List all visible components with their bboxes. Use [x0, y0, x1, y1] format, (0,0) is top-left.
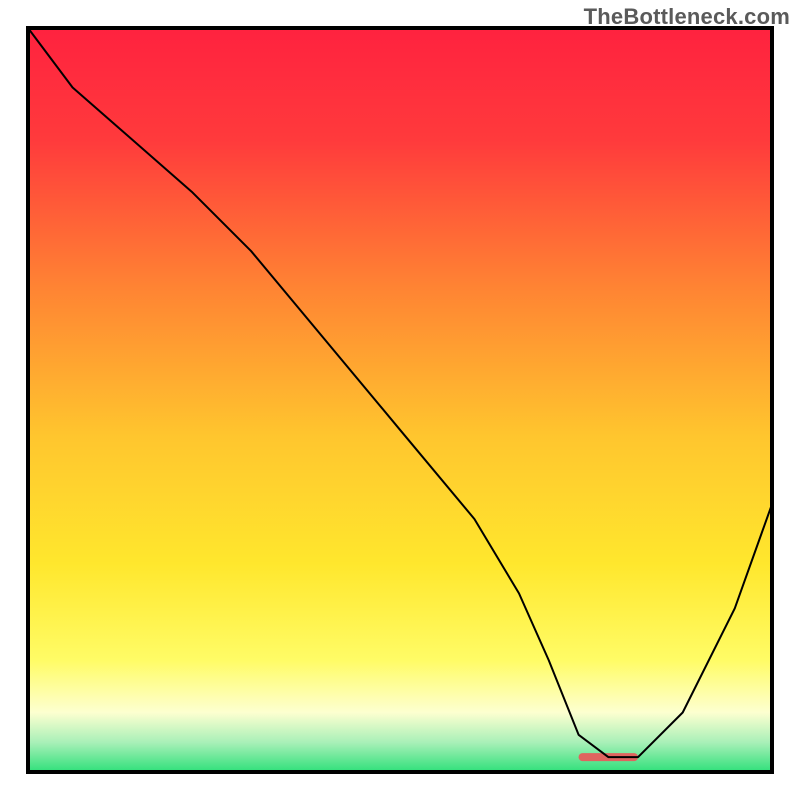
- chart-container: TheBottleneck.com: [0, 0, 800, 800]
- bottleneck-chart: [0, 0, 800, 800]
- watermark-text: TheBottleneck.com: [584, 4, 790, 30]
- plot-background: [28, 28, 772, 772]
